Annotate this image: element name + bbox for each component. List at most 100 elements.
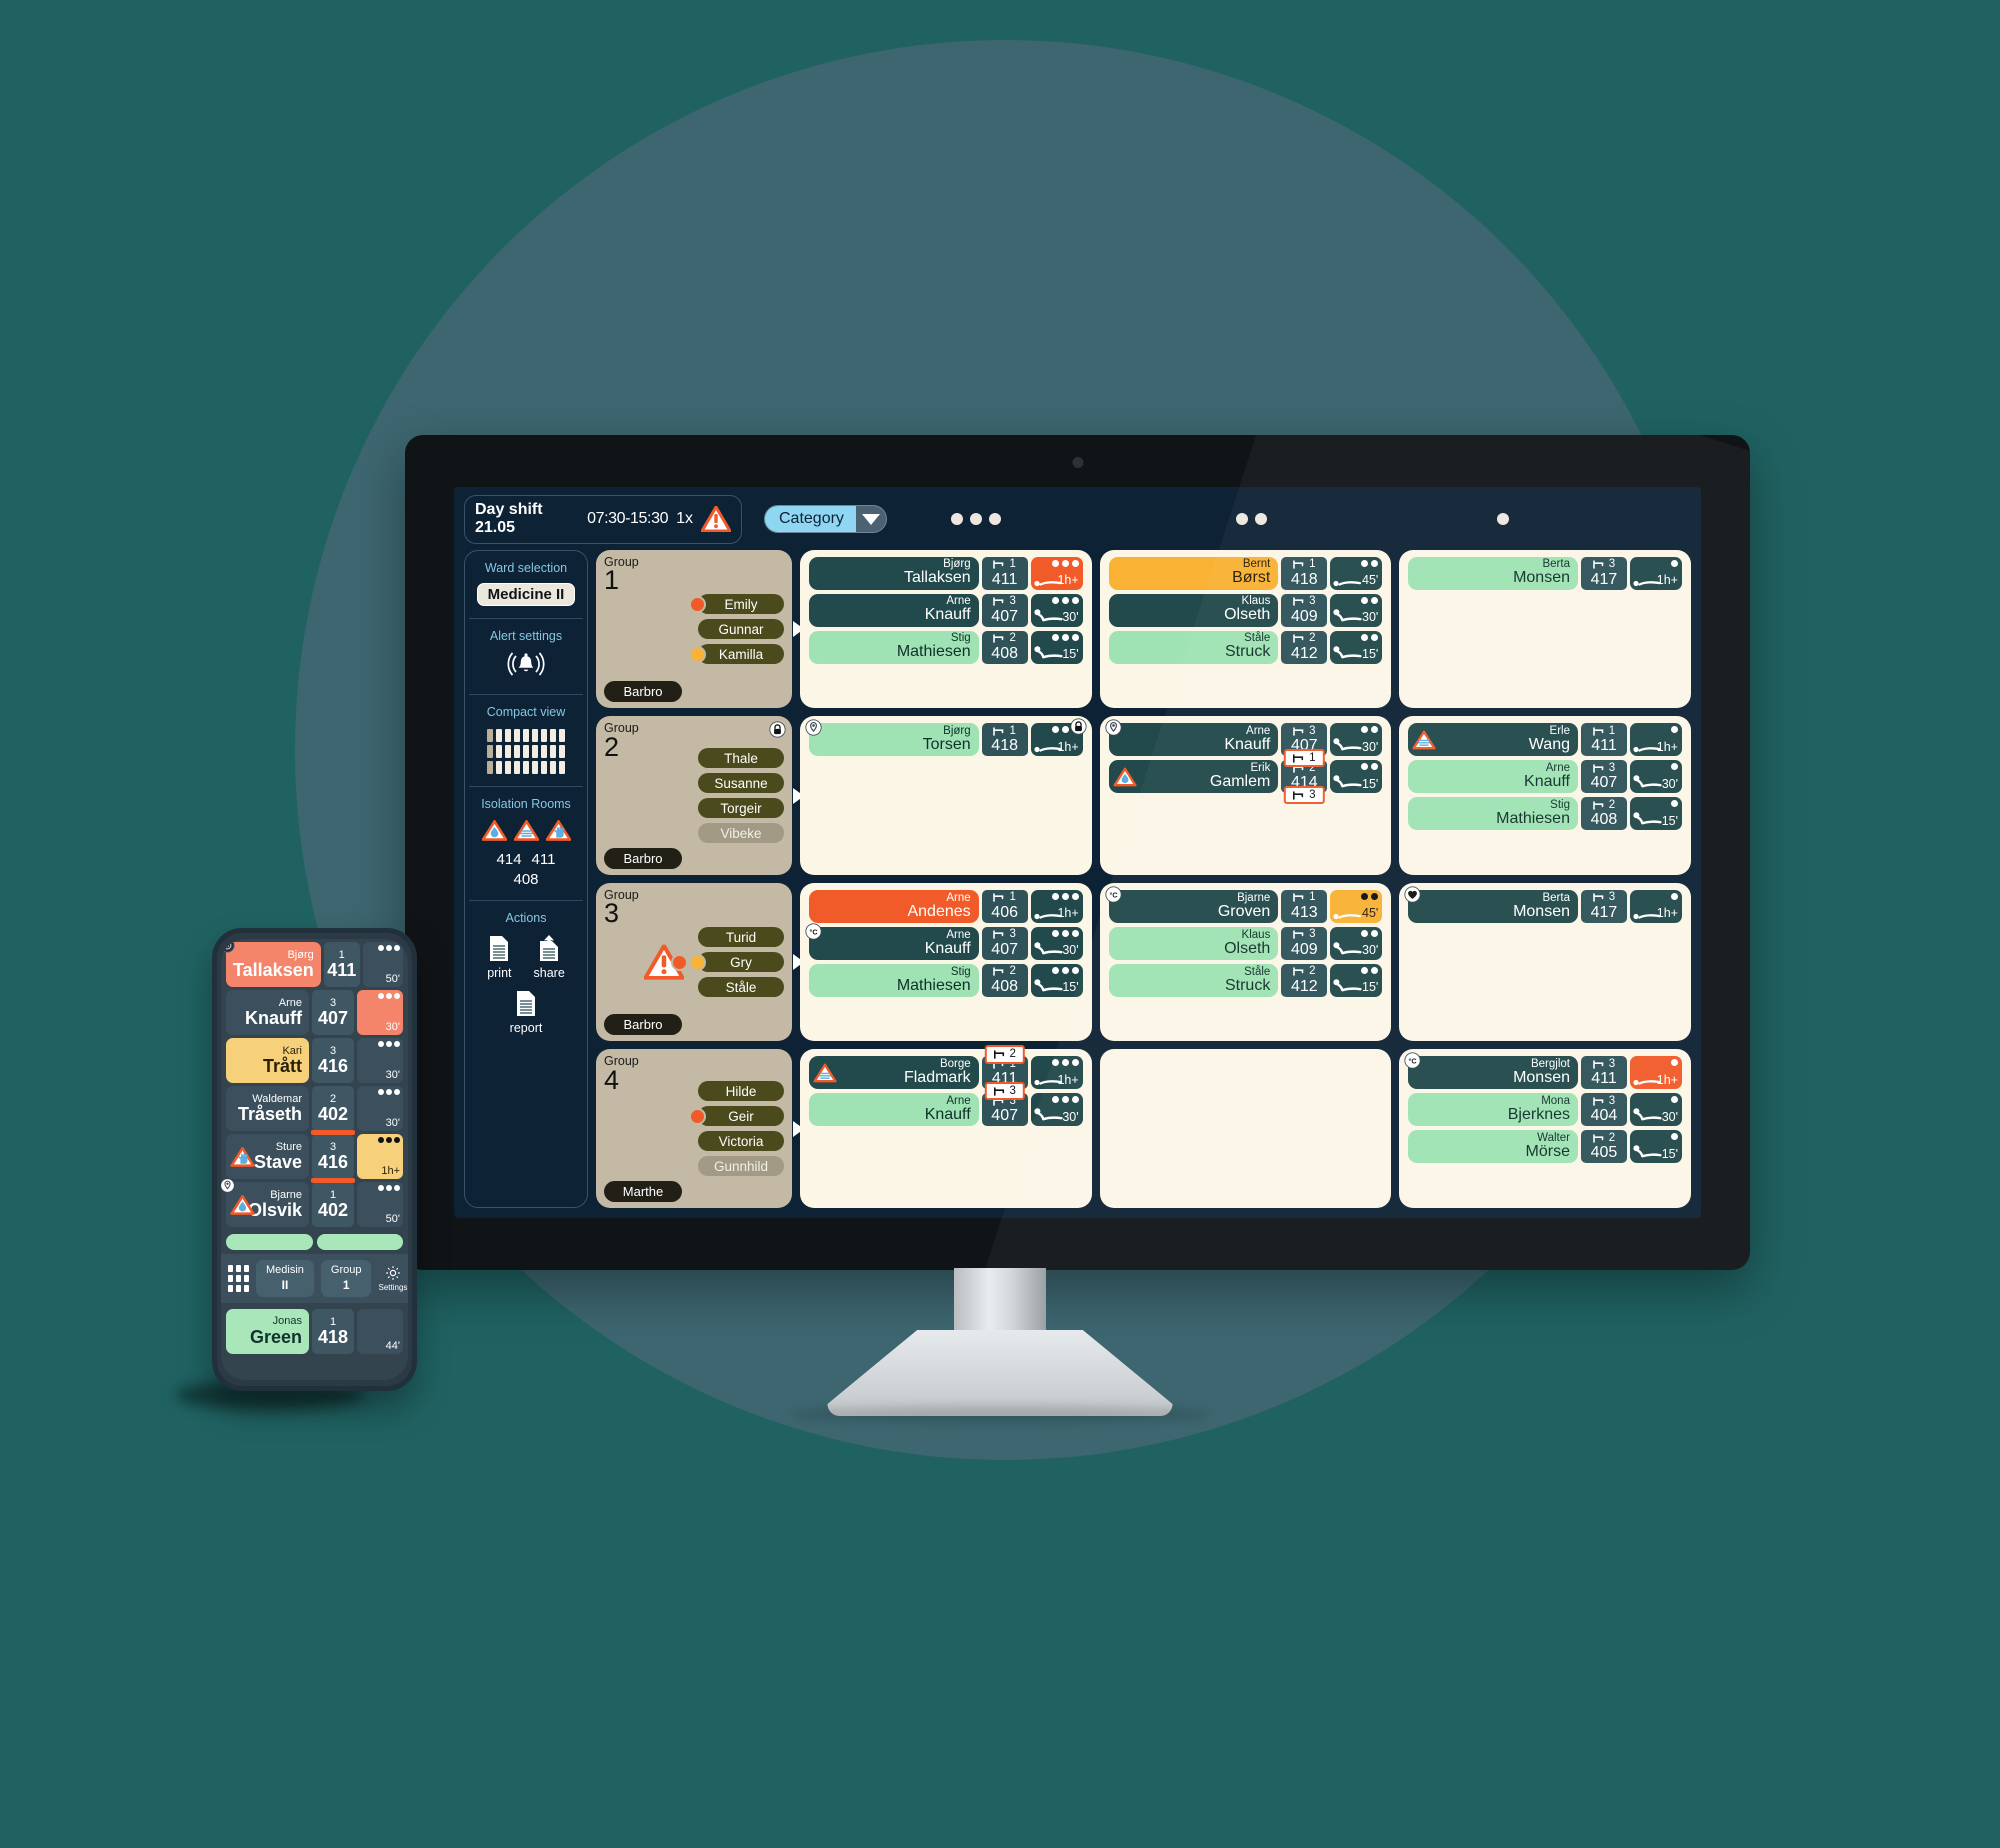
phone-patient-row[interactable]: Waldemar Tråseth 2 402 30' bbox=[221, 1086, 408, 1135]
group-card-2[interactable]: Group 2 Barbro Thale Susanne Torgeir Vibeke bbox=[596, 716, 804, 875]
patient-status-block[interactable]: 30' bbox=[1629, 1093, 1682, 1127]
patient-row[interactable]: Bernt Børst 1 418 45' bbox=[1108, 556, 1383, 590]
patient-name-block[interactable]: Mona Bjerknes bbox=[1408, 1093, 1578, 1127]
patient-status-block[interactable]: 15' bbox=[1030, 630, 1083, 664]
patient-row[interactable]: Ståle Struck 2 412 15' bbox=[1108, 630, 1383, 664]
patient-name-block[interactable]: Bjørg Tallaksen bbox=[809, 556, 979, 590]
patient-status-block[interactable]: 15' bbox=[1330, 760, 1383, 794]
patient-row[interactable]: Klaus Olseth 3 409 30' bbox=[1108, 593, 1383, 627]
patient-row[interactable]: Ståle Struck 2 412 15' bbox=[1108, 963, 1383, 997]
patient-row[interactable]: Bjarne Groven °C 1 413 45' bbox=[1105, 886, 1383, 923]
patient-row[interactable]: Stig Mathiesen 2 408 15' bbox=[809, 963, 1083, 997]
staff-chip[interactable]: Geir bbox=[698, 1106, 784, 1127]
location-pin-icon[interactable] bbox=[221, 1178, 235, 1193]
staff-status-dot[interactable] bbox=[689, 645, 706, 663]
patient-name-block[interactable]: Arne Knauff bbox=[809, 1093, 979, 1127]
staff-chip[interactable]: Gunnhild bbox=[698, 1156, 784, 1177]
staff-chip[interactable]: Vibeke bbox=[698, 823, 784, 844]
patient-status-block[interactable]: 30' bbox=[1030, 1093, 1083, 1127]
patient-status-block[interactable]: 30' bbox=[1330, 723, 1383, 757]
card-r1c1[interactable]: Bjørg Tallaksen 1 411 1h+ Arne Knauff 3 407 30' St… bbox=[800, 549, 1092, 709]
patient-name-block[interactable]: Berta Monsen bbox=[1408, 556, 1578, 590]
group-card-1[interactable]: Group 1 Barbro Emily Gunnar Kamilla bbox=[596, 549, 804, 709]
droplet-isolation-icon[interactable] bbox=[481, 819, 507, 846]
free-bed-flag-below[interactable]: 3 bbox=[1284, 785, 1325, 805]
patient-status-block[interactable]: 30' bbox=[1629, 760, 1682, 794]
phone-status[interactable]: 50' bbox=[357, 1182, 403, 1227]
isolation-room-number[interactable]: 411 bbox=[532, 851, 556, 868]
phone-ward-selector[interactable]: Medisin II bbox=[256, 1260, 314, 1297]
patient-status-block[interactable]: 15' bbox=[1629, 797, 1682, 831]
share-button[interactable]: share bbox=[534, 934, 565, 980]
temperature-icon[interactable]: °C bbox=[805, 923, 822, 940]
patient-row[interactable]: Berta Monsen 3 417 1h+ bbox=[1404, 886, 1682, 923]
patient-name-block[interactable]: Klaus Olseth bbox=[1108, 926, 1279, 960]
patient-name-block[interactable]: Ståle Struck bbox=[1108, 630, 1279, 664]
patient-row[interactable]: Erle Wang 1 411 1h+ bbox=[1408, 723, 1682, 757]
phone-patient-row[interactable]: Arne Knauff 3 407 30' bbox=[221, 990, 408, 1035]
location-pin-icon[interactable] bbox=[805, 719, 822, 736]
location-pin-icon[interactable] bbox=[1105, 719, 1122, 736]
patient-name-block[interactable]: Erik Gamlem bbox=[1108, 760, 1279, 794]
patient-row[interactable]: Arne Knauff 3 407 30' bbox=[809, 1093, 1083, 1127]
phone-status[interactable]: 1h+ bbox=[357, 1134, 403, 1179]
patient-name-block[interactable]: Arne Knauff °C bbox=[805, 923, 979, 960]
airborne-isolation-icon[interactable] bbox=[1412, 730, 1436, 750]
temperature-icon[interactable]: °C bbox=[1404, 1052, 1421, 1070]
airborne-isolation-icon[interactable] bbox=[813, 1063, 837, 1083]
patient-row[interactable]: Arne Knauff °C 3 407 30' bbox=[805, 923, 1083, 960]
contact-isolation-icon[interactable] bbox=[545, 819, 571, 846]
phone-free-bed-flag-below[interactable] bbox=[311, 1178, 355, 1183]
lock-icon[interactable] bbox=[769, 721, 786, 738]
card-r4c3[interactable]: Bergjlot Monsen °C 3 411 1h+ Mona Bjerknes 3 404 3… bbox=[1399, 1049, 1691, 1208]
patient-row[interactable]: Walter Mörse 2 405 15' bbox=[1408, 1130, 1682, 1164]
patient-status-block[interactable]: 15' bbox=[1030, 963, 1083, 997]
staff-chip[interactable]: Gunnar bbox=[698, 619, 784, 640]
patient-status-block[interactable]: 1h+ bbox=[1629, 556, 1682, 590]
patient-row[interactable]: Bergjlot Monsen °C 3 411 1h+ bbox=[1404, 1052, 1682, 1090]
compact-view-toggle[interactable] bbox=[487, 728, 565, 774]
card-r1c2[interactable]: Bernt Børst 1 418 45' Klaus Olseth 3 409 30' Ståle… bbox=[1099, 549, 1392, 709]
card-r4c2[interactable] bbox=[1099, 1049, 1392, 1208]
clock-icon[interactable] bbox=[221, 939, 235, 953]
group-lead-chip[interactable]: Barbro bbox=[604, 1014, 682, 1036]
bell-ringing-icon[interactable] bbox=[506, 651, 546, 682]
patient-name-block[interactable]: Stig Mathiesen bbox=[809, 963, 979, 997]
staff-chip[interactable]: Hilde bbox=[698, 1081, 784, 1102]
phone-patient-row[interactable]: Kari Trått 3 416 30' bbox=[221, 1038, 408, 1083]
patient-row[interactable]: Borge Fladmark 1 411 2 3 1h+ bbox=[809, 1045, 1083, 1101]
phone-status[interactable]: 30' bbox=[357, 1086, 403, 1131]
patient-status-block[interactable]: 45' bbox=[1330, 889, 1383, 923]
isolation-room-number[interactable]: 408 bbox=[513, 871, 538, 888]
phone-status[interactable]: 50' bbox=[362, 942, 403, 987]
phone-group-selector[interactable]: Group 1 bbox=[320, 1260, 372, 1297]
warning-triangle-icon[interactable] bbox=[701, 506, 731, 533]
group-card-4[interactable]: Group 4 Marthe Hilde Geir Victoria Gunnhild bbox=[596, 1049, 804, 1209]
phone-patient-name[interactable]: Arne Knauff bbox=[226, 990, 309, 1035]
patient-status-block[interactable]: 1h+ bbox=[1629, 889, 1682, 923]
free-bed-flag-above[interactable]: 2 bbox=[984, 1045, 1025, 1064]
patient-name-block[interactable]: Klaus Olseth bbox=[1108, 593, 1279, 627]
phone-status[interactable]: 44' bbox=[357, 1308, 403, 1354]
shift-info-box[interactable]: Day shift 21.05 07:30-15:30 1x bbox=[464, 495, 742, 544]
phone-status[interactable]: 30' bbox=[357, 1038, 403, 1083]
staff-chip[interactable]: Victoria bbox=[698, 1131, 784, 1152]
patient-status-block[interactable]: 15' bbox=[1330, 630, 1383, 664]
print-button[interactable]: print bbox=[487, 935, 512, 980]
patient-name-block[interactable]: Stig Mathiesen bbox=[1408, 797, 1578, 831]
staff-status-dot[interactable] bbox=[689, 1107, 706, 1125]
category-dropdown[interactable]: Category bbox=[764, 505, 887, 534]
patient-row[interactable]: Mona Bjerknes 3 404 30' bbox=[1408, 1093, 1682, 1127]
patient-status-block[interactable]: 1h+ bbox=[1629, 1056, 1682, 1090]
patient-name-block[interactable]: Arne Knauff bbox=[1105, 719, 1279, 757]
staff-chip[interactable]: Turid bbox=[698, 927, 784, 948]
patient-row[interactable]: Stig Mathiesen 2 408 15' bbox=[1408, 797, 1682, 831]
patient-name-block[interactable]: Ståle Struck bbox=[1108, 963, 1279, 997]
phone-patient-name[interactable]: Jonas Green bbox=[226, 1308, 309, 1354]
patient-name-block[interactable]: Bergjlot Monsen °C bbox=[1404, 1052, 1578, 1090]
patient-row[interactable]: Berta Monsen 3 417 1h+ bbox=[1408, 556, 1682, 590]
staff-status-dot[interactable] bbox=[689, 953, 706, 971]
patient-status-block[interactable]: 1h+ bbox=[1030, 889, 1083, 923]
phone-patient-name[interactable]: Bjarne Olsvik bbox=[221, 1178, 309, 1227]
phone-patient-row[interactable]: Bjarne Olsvik 1 402 50' bbox=[221, 1178, 408, 1227]
